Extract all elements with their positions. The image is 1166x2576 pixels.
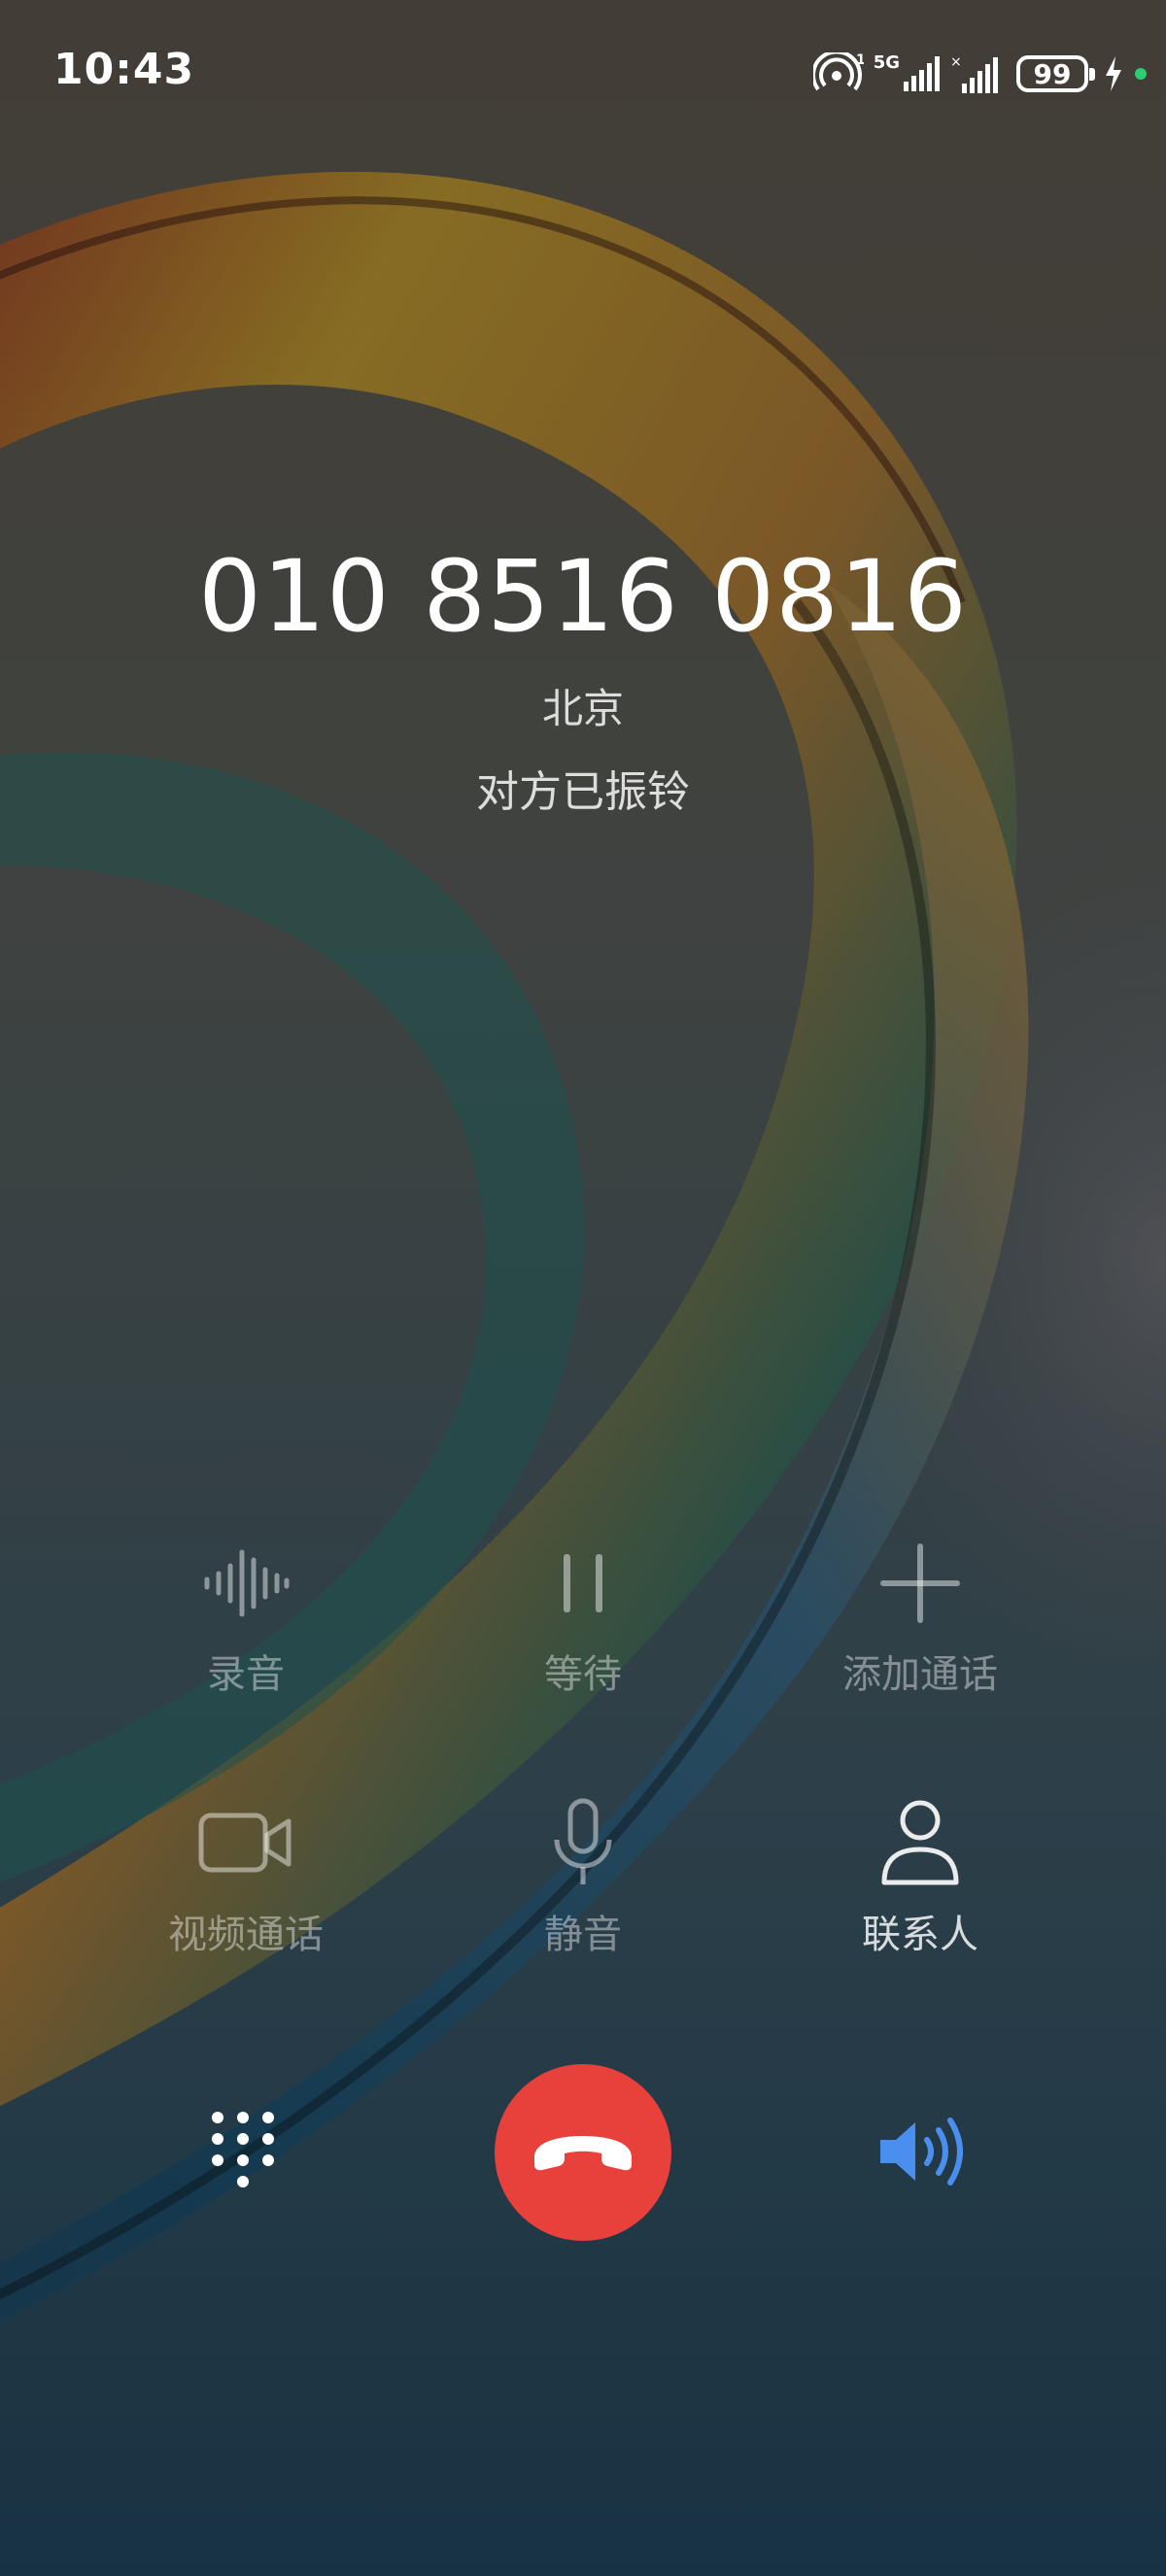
svg-text:1: 1 [856,52,864,68]
status-bar: 10:43 1 5G × 99 [0,0,1166,146]
signal-strength-2-icon: × [950,54,998,93]
dialpad-button[interactable] [185,2098,301,2205]
mute-button[interactable]: 静音 [437,1785,729,1964]
hotspot-icon: 1 [812,52,864,91]
battery-level: 99 [1033,57,1072,90]
status-time: 10:43 [53,45,195,94]
signal-5g: 5G [874,54,941,93]
caller-number: 010 8516 0816 [198,539,968,655]
speaker-button[interactable] [865,2098,981,2205]
end-call-button[interactable] [495,2064,671,2241]
hold-button[interactable]: 等待 [437,1525,729,1704]
network-type-label: 5G [873,52,900,73]
svg-text:×: × [950,54,962,70]
record-label: 录音 [207,1652,285,1697]
caller-location: 北京 [541,685,624,732]
person-icon [881,1800,959,1885]
contacts-label: 联系人 [862,1913,978,1957]
call-status: 对方已振铃 [476,767,690,817]
status-icons: 1 5G × 99 [812,51,1147,97]
hold-label: 等待 [544,1652,622,1697]
video-call-label: 视频通话 [168,1913,324,1957]
privacy-indicator-dot [1135,68,1147,80]
contacts-button[interactable]: 联系人 [774,1785,1066,1964]
signal-strength-icon [904,56,940,91]
mute-label: 静音 [544,1913,622,1957]
plus-icon [880,1543,960,1623]
hang-up-icon [534,2136,632,2171]
video-camera-icon [198,1813,292,1873]
speaker-icon [880,2118,963,2186]
dialpad-icon [212,2112,274,2187]
video-call-button[interactable]: 视频通话 [100,1785,392,1964]
add-call-button[interactable]: 添加通话 [774,1525,1066,1704]
caller-info: 010 8516 0816 北京 对方已振铃 [0,534,1166,822]
add-call-label: 添加通话 [842,1652,998,1697]
pause-icon [564,1554,602,1612]
battery-icon: 99 [1016,55,1095,92]
record-button[interactable]: 录音 [100,1525,392,1704]
waveform-icon [204,1549,290,1617]
microphone-icon [554,1798,612,1884]
charging-icon [1106,56,1121,91]
